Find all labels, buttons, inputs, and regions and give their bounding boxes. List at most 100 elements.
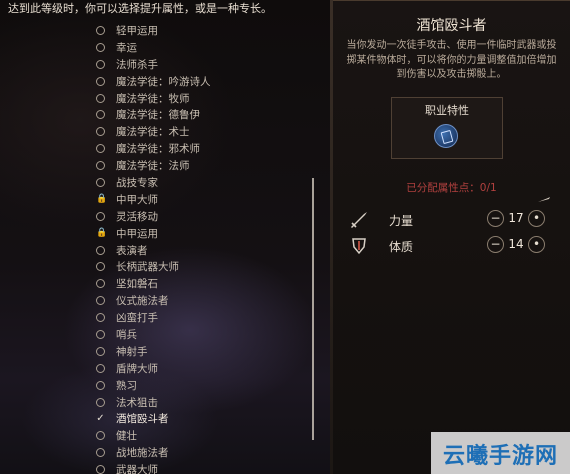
feat-option-label: 法师杀手 [116, 58, 158, 71]
feat-option[interactable]: 坚如磐石 [96, 275, 211, 292]
feat-description-line: 到伤害以及攻击掷骰上。 [396, 69, 507, 80]
decrease-button[interactable]: − [487, 210, 504, 227]
feat-option[interactable]: 魔法学徒：牧师 [96, 90, 211, 107]
feat-option-label: 哨兵 [116, 328, 137, 341]
feat-option[interactable]: 凶蛮打手 [96, 309, 211, 326]
stat-value: 17 [508, 211, 524, 225]
feat-option[interactable]: 魔法学徒：德鲁伊 [96, 106, 211, 123]
feat-option-label: 幸运 [116, 41, 137, 54]
lock-icon: 🔒 [96, 194, 108, 205]
feat-list-scrollbar[interactable] [312, 178, 314, 440]
feat-option-label: 凶蛮打手 [116, 312, 158, 325]
feat-option-label: 长柄武器大师 [116, 261, 179, 274]
feat-option[interactable]: 🔒 中甲运用 [96, 225, 211, 242]
feat-option[interactable]: 法师杀手 [96, 56, 211, 73]
radio-circle-icon [96, 211, 105, 221]
radio-circle-icon [96, 25, 105, 35]
radio-circle-icon [96, 329, 105, 339]
feat-description: 当你发动一次徒手攻击、使用一件临时武器或投 掷某件物体时，可以将你的力量调整值加… [341, 39, 562, 83]
watermark-text: 云曦手游网 [442, 444, 558, 469]
feat-option[interactable]: 神射手 [96, 343, 211, 360]
stat-row-constitution: 体质 − 14 • [347, 234, 557, 258]
feat-detail-panel: 酒馆殴斗者 当你发动一次徒手攻击、使用一件临时武器或投 掷某件物体时，可以将你的… [333, 0, 570, 474]
radio-circle-icon [96, 93, 105, 103]
radio-circle-icon [96, 363, 105, 373]
feat-option[interactable]: 战技专家 [96, 174, 211, 191]
feat-option[interactable]: ✓ 酒馆殴斗者 [96, 410, 211, 427]
feat-option-label: 盾牌大师 [116, 362, 158, 375]
feat-option-label: 魔法学徒：吟游诗人 [116, 75, 211, 88]
feat-option-label: 武器大师 [116, 464, 158, 474]
reset-sword-icon[interactable] [538, 197, 550, 203]
feat-option-label: 灵活移动 [116, 210, 158, 223]
level-hint-text: 达到此等级时，你可以选择提升属性，或是一种专长。 [8, 2, 272, 15]
feat-description-line: 掷某件物体时，可以将你的力量调整值加倍增加 [346, 54, 557, 66]
feat-option[interactable]: 幸运 [96, 39, 211, 56]
class-feature-icon[interactable] [434, 124, 458, 148]
class-feature-box[interactable]: 职业特性 [391, 97, 503, 159]
feat-option[interactable]: 武器大师 [96, 461, 211, 474]
feat-option[interactable]: 魔法学徒：术士 [96, 123, 211, 140]
radio-circle-icon [96, 296, 105, 306]
radio-circle-icon [96, 431, 105, 441]
feat-option[interactable]: 表演者 [96, 242, 211, 259]
feat-option-label: 魔法学徒：牧师 [116, 92, 190, 105]
increase-button[interactable]: • [528, 236, 545, 253]
feat-selection-panel: 达到此等级时，你可以选择提升属性，或是一种专长。 轻甲运用幸运法师杀手魔法学徒：… [0, 0, 330, 474]
radio-circle-icon [96, 448, 105, 458]
radio-circle-icon [96, 313, 105, 323]
radio-circle-icon [96, 59, 105, 69]
level-up-screen: 达到此等级时，你可以选择提升属性，或是一种专长。 轻甲运用幸运法师杀手魔法学徒：… [0, 0, 570, 474]
stat-name: 体质 [389, 240, 414, 254]
feat-option[interactable]: 长柄武器大师 [96, 258, 211, 275]
feat-option-label: 魔法学徒：邪术师 [116, 143, 200, 156]
feat-title: 酒馆殴斗者 [416, 18, 487, 34]
feat-option-label: 魔法学徒：术士 [116, 126, 190, 139]
radio-circle-icon [96, 380, 105, 390]
feat-option[interactable]: 盾牌大师 [96, 360, 211, 377]
increase-button[interactable]: • [528, 210, 545, 227]
ability-points-allocated: 已分配属性点：0/1 [406, 182, 497, 194]
feat-option-label: 熟习 [116, 379, 137, 392]
class-feature-label: 职业特性 [425, 104, 469, 117]
stat-row-strength: 力量 − 17 • [347, 208, 557, 232]
feat-option[interactable]: 战地施法者 [96, 444, 211, 461]
feat-option-label: 战地施法者 [116, 447, 169, 460]
feat-option[interactable]: 法术狙击 [96, 394, 211, 411]
radio-circle-icon [96, 245, 105, 255]
feat-option-label: 仪式施法者 [116, 295, 169, 308]
feat-option[interactable]: 轻甲运用 [96, 22, 211, 39]
radio-circle-icon [96, 110, 105, 120]
feat-option[interactable]: 魔法学徒：吟游诗人 [96, 73, 211, 90]
feat-option[interactable]: 仪式施法者 [96, 292, 211, 309]
feat-option[interactable]: 灵活移动 [96, 208, 211, 225]
feat-option[interactable]: 🔒 中甲大师 [96, 191, 211, 208]
feat-option[interactable]: 魔法学徒：法师 [96, 157, 211, 174]
feat-option[interactable]: 哨兵 [96, 326, 211, 343]
radio-circle-icon [96, 76, 105, 86]
feat-option-label: 健壮 [116, 430, 137, 443]
feat-option-label: 神射手 [116, 345, 148, 358]
feat-description-line: 当你发动一次徒手攻击、使用一件临时武器或投 [346, 40, 557, 51]
feat-option[interactable]: 健壮 [96, 427, 211, 444]
constitution-shield-icon [352, 238, 366, 255]
radio-circle-icon [96, 42, 105, 52]
radio-circle-icon [96, 262, 105, 272]
radio-circle-icon [96, 161, 105, 171]
radio-circle-icon [96, 177, 105, 187]
watermark: 云曦手游网 [431, 432, 570, 474]
feat-option-label: 战技专家 [116, 176, 158, 189]
feat-option-label: 轻甲运用 [116, 24, 158, 37]
stat-value: 14 [508, 237, 524, 251]
feat-option-label: 魔法学徒：德鲁伊 [116, 109, 200, 122]
feat-option[interactable]: 魔法学徒：邪术师 [96, 140, 211, 157]
feat-list: 轻甲运用幸运法师杀手魔法学徒：吟游诗人 魔法学徒：牧师 魔法学徒：德鲁伊 魔法学徒：术… [96, 22, 211, 474]
feat-option-label: 酒馆殴斗者 [116, 413, 169, 426]
radio-circle-icon [96, 144, 105, 154]
checkmark-icon: ✓ [96, 412, 105, 424]
feat-option[interactable]: 熟习 [96, 377, 211, 394]
decrease-button[interactable]: − [487, 236, 504, 253]
strength-sword-icon [351, 212, 367, 228]
radio-circle-icon [96, 279, 105, 289]
radio-circle-icon [96, 397, 105, 407]
